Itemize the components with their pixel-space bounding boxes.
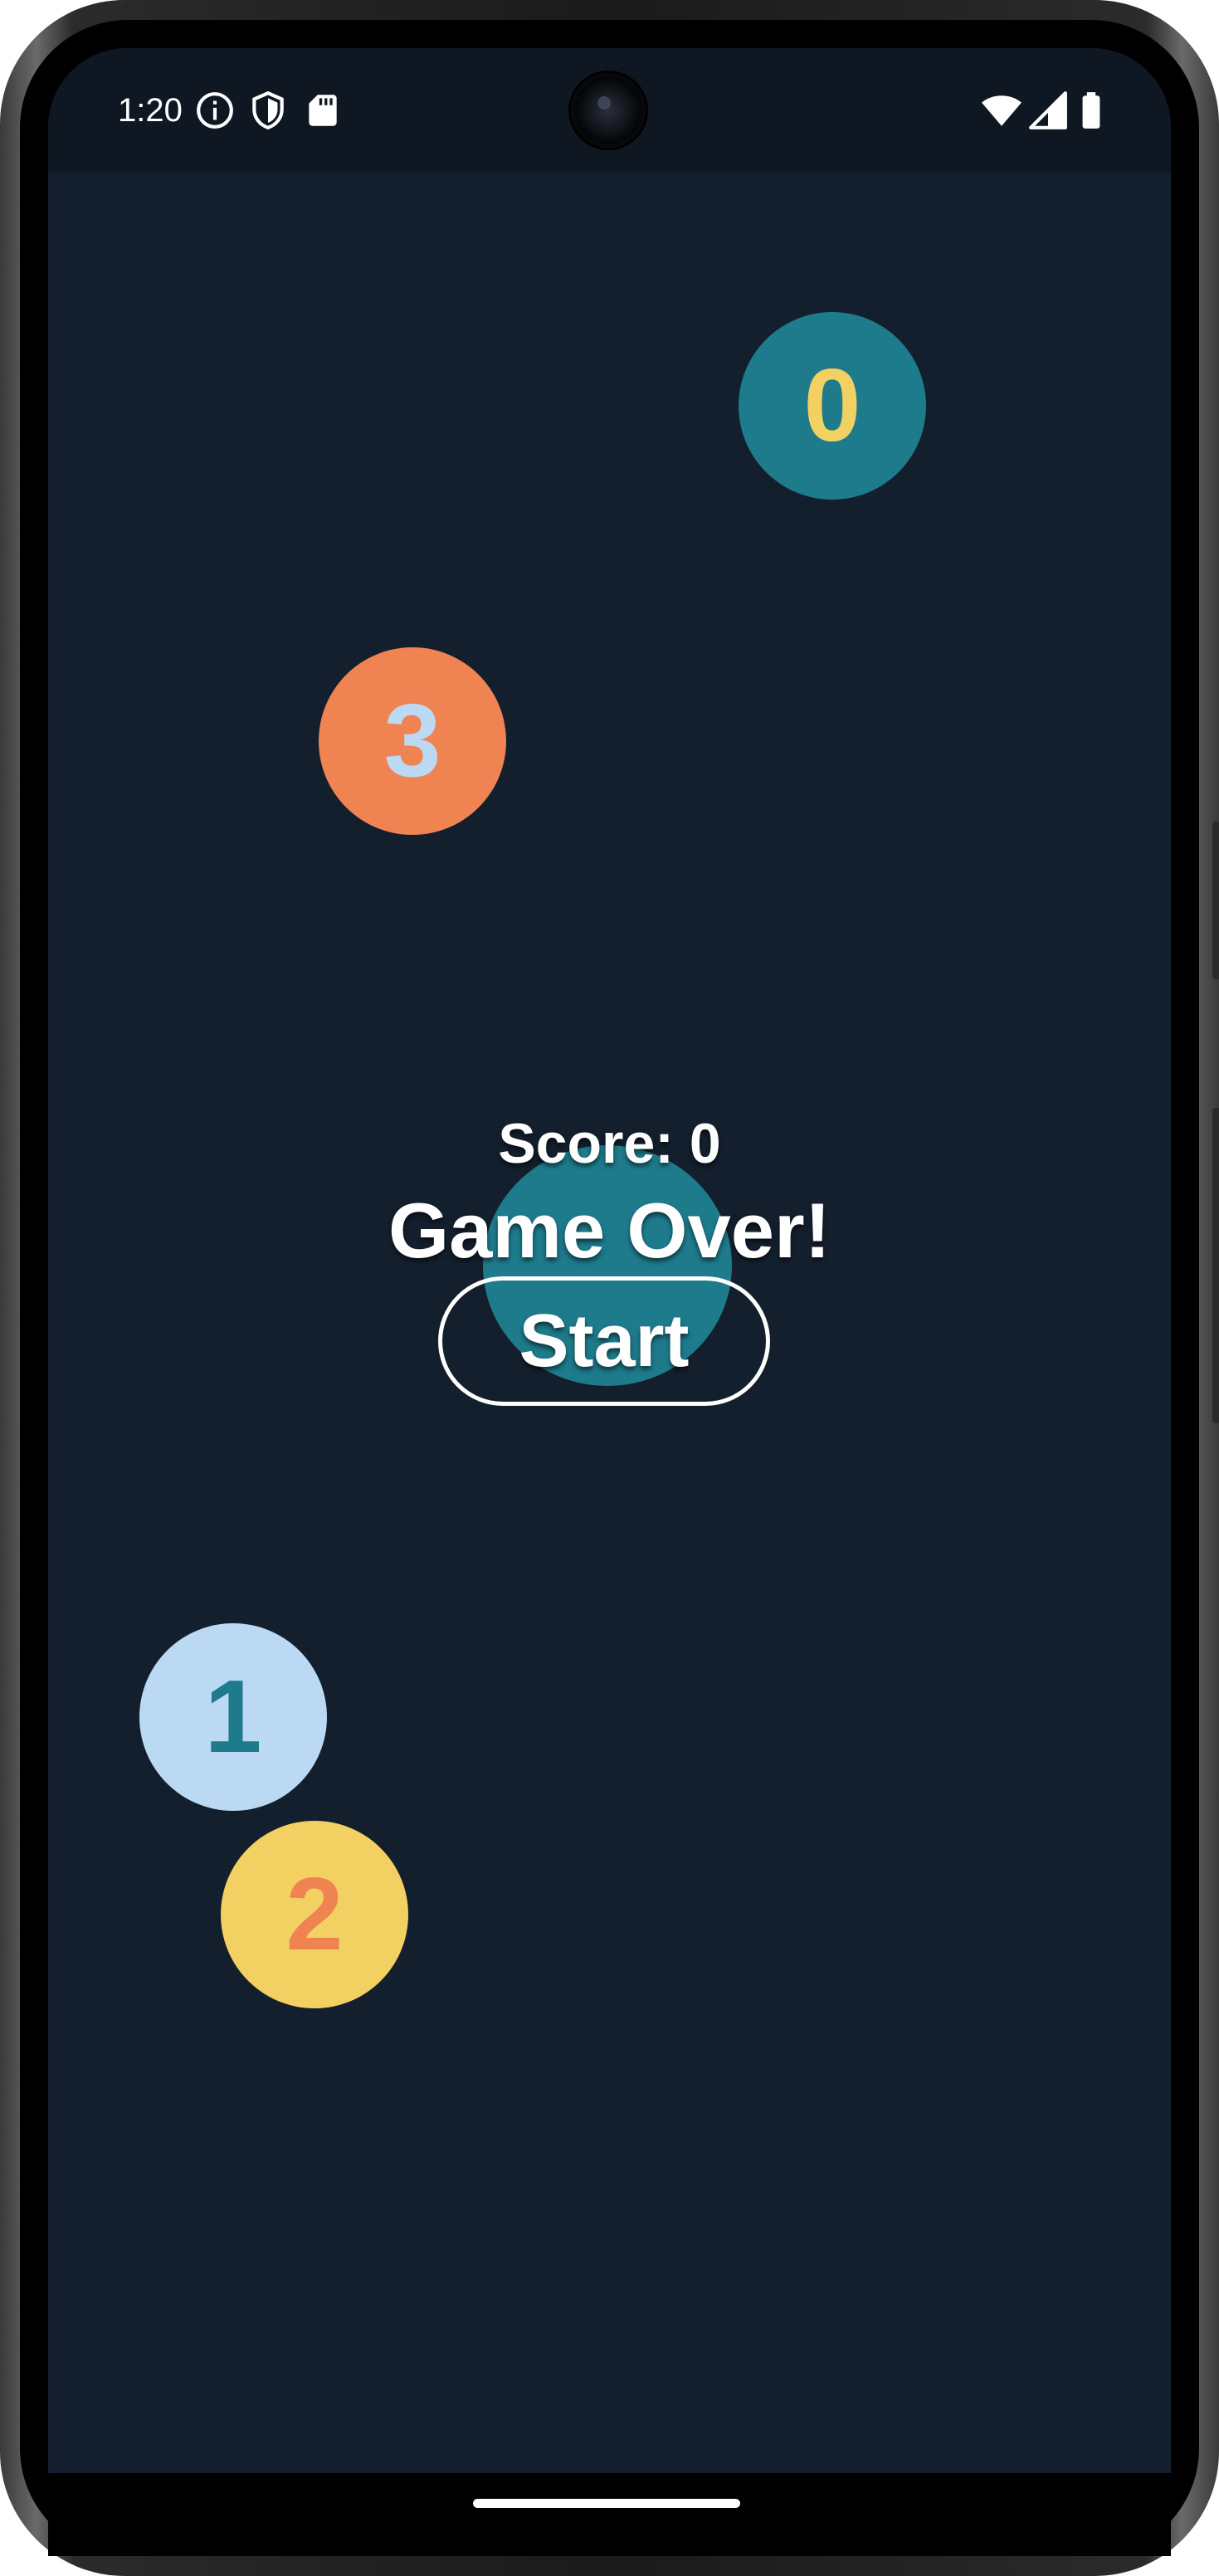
home-indicator[interactable] (473, 2499, 740, 2508)
ball-label: 2 (285, 1857, 344, 1972)
ball-label: 0 (803, 349, 861, 463)
navigation-bar (48, 2473, 1171, 2556)
volume-button (1212, 1108, 1219, 1423)
front-camera (571, 73, 646, 148)
game-screen[interactable]: 1:20 0 3 1 2 Score: 0 Game Over! Start (48, 48, 1171, 2473)
number-ball-1[interactable]: 1 (139, 1623, 327, 1811)
info-icon (197, 92, 233, 129)
shield-icon (252, 90, 284, 130)
ball-label: 1 (204, 1660, 262, 1774)
status-time: 1:20 (118, 92, 183, 129)
battery-icon (1082, 92, 1100, 129)
sd-card-icon (309, 95, 337, 126)
wifi-icon (982, 95, 1022, 126)
start-button[interactable]: Start (438, 1276, 770, 1406)
game-over-title: Game Over! (388, 1187, 831, 1274)
status-bar: 1:20 (48, 48, 1171, 173)
score-text: Score: 0 (498, 1112, 721, 1175)
ball-label: 3 (383, 684, 441, 798)
number-ball-2[interactable]: 2 (221, 1821, 408, 2008)
signal-icon (1029, 91, 1067, 129)
number-ball-0[interactable]: 0 (739, 312, 926, 500)
power-button (1212, 822, 1219, 979)
number-ball-3[interactable]: 3 (319, 647, 506, 835)
